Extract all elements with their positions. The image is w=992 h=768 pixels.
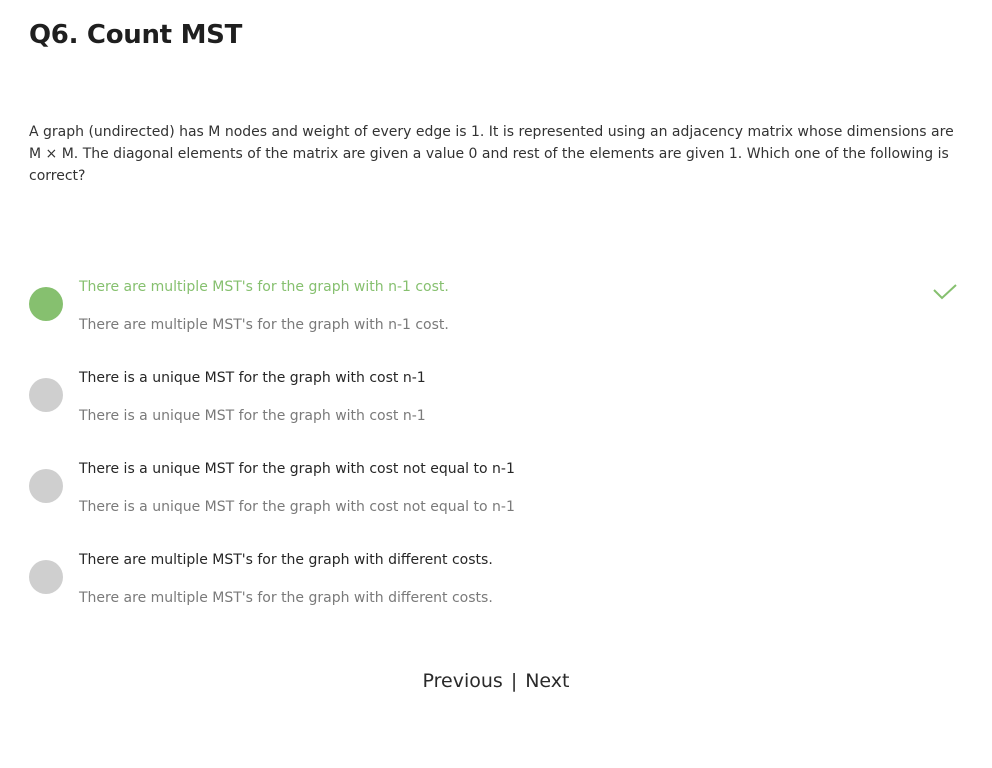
answer-option-3[interactable]: There is a unique MST for the graph with… xyxy=(29,457,959,537)
answer-option-1[interactable]: There are multiple MST's for the graph w… xyxy=(29,275,959,355)
option-label: There are multiple MST's for the graph w… xyxy=(79,279,449,295)
radio-selected[interactable] xyxy=(29,287,63,321)
question-title: Q6. Count MST xyxy=(29,20,242,50)
previous-link[interactable]: Previous xyxy=(423,670,503,692)
option-description: There are multiple MST's for the graph w… xyxy=(79,317,449,333)
radio-unselected[interactable] xyxy=(29,560,63,594)
answer-option-2[interactable]: There is a unique MST for the graph with… xyxy=(29,366,959,446)
radio-unselected[interactable] xyxy=(29,378,63,412)
next-link[interactable]: Next xyxy=(525,670,569,692)
radio-unselected[interactable] xyxy=(29,469,63,503)
answer-option-4[interactable]: There are multiple MST's for the graph w… xyxy=(29,548,959,628)
option-description: There is a unique MST for the graph with… xyxy=(79,499,515,515)
question-text: A graph (undirected) has M nodes and wei… xyxy=(29,124,954,184)
option-label: There is a unique MST for the graph with… xyxy=(79,461,515,477)
checkmark-icon xyxy=(933,284,957,300)
pagination-nav: Previous | Next xyxy=(0,670,992,692)
quiz-page: Q6. Count MST A graph (undirected) has M… xyxy=(0,0,992,768)
option-label: There is a unique MST for the graph with… xyxy=(79,370,426,386)
option-label: There are multiple MST's for the graph w… xyxy=(79,552,493,568)
option-description: There is a unique MST for the graph with… xyxy=(79,408,426,424)
nav-separator: | xyxy=(510,670,518,692)
option-description: There are multiple MST's for the graph w… xyxy=(79,590,493,606)
